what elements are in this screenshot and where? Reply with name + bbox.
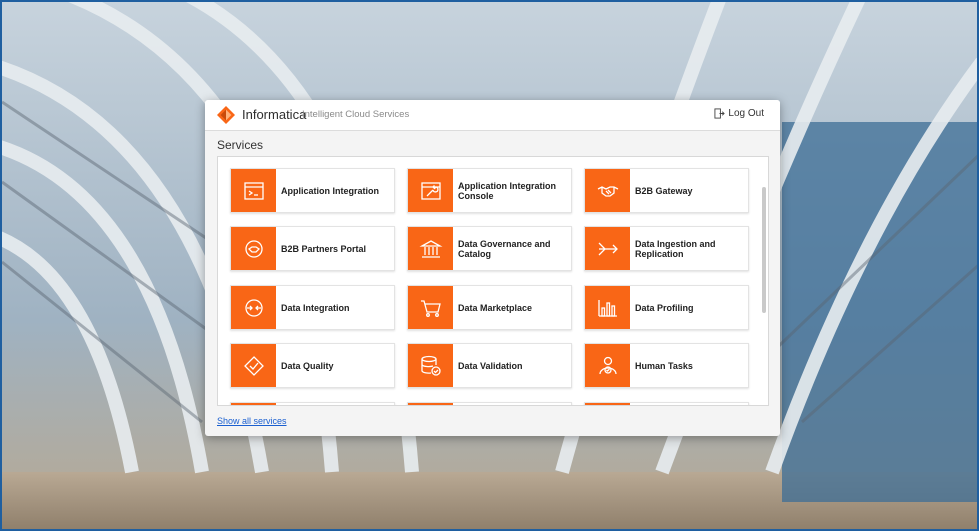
service-icon-partial: [231, 403, 276, 405]
service-label: Data Validation: [458, 360, 523, 371]
service-tile-data-quality[interactable]: Data Quality: [230, 343, 395, 388]
service-tile-data-validation[interactable]: Data Validation: [407, 343, 572, 388]
services-panel: Informatica Intelligent Cloud Services L…: [205, 100, 780, 436]
service-label: Application Integration: [281, 185, 379, 196]
service-label: Data Marketplace: [458, 302, 533, 313]
diamond-check-icon: [231, 344, 276, 387]
informatica-logo-icon: [217, 106, 235, 124]
app-window: Informatica Intelligent Cloud Services L…: [0, 0, 979, 531]
service-tile-b2b-gateway[interactable]: B2B Gateway: [584, 168, 749, 213]
services-scrollbar[interactable]: [762, 187, 766, 313]
service-tile-data-marketplace[interactable]: Data Marketplace: [407, 285, 572, 330]
logout-label: Log Out: [728, 108, 764, 119]
service-label: Data Integration: [281, 302, 350, 313]
services-heading: Services: [217, 138, 264, 152]
show-all-services-link[interactable]: Show all services: [217, 416, 287, 426]
partners-circle-icon: [231, 227, 276, 270]
service-icon-partial: [408, 403, 453, 405]
logout-icon: [714, 108, 726, 119]
service-label: B2B Partners Portal: [281, 243, 367, 254]
service-tile-data-integration[interactable]: Data Integration: [230, 285, 395, 330]
shopping-cart-icon: [408, 286, 453, 329]
service-tile-partial[interactable]: [407, 402, 572, 405]
funnel-arrows-icon: [585, 227, 630, 270]
application-window-icon: [231, 169, 276, 212]
service-label: Data Ingestion and Replication: [635, 238, 716, 259]
service-tile-partial[interactable]: [584, 402, 749, 405]
service-tile-human-tasks[interactable]: Human Tasks: [584, 343, 749, 388]
service-tile-data-ingestion-and-replication[interactable]: Data Ingestion and Replication: [584, 226, 749, 271]
bar-chart-icon: [585, 286, 630, 329]
service-label: Data Governance and Catalog: [458, 238, 551, 259]
wrench-window-icon: [408, 169, 453, 212]
service-label: B2B Gateway: [635, 185, 693, 196]
service-tile-application-integration-console[interactable]: Application Integration Console: [407, 168, 572, 213]
bank-building-icon: [408, 227, 453, 270]
service-label: Application Integration Console: [458, 180, 556, 201]
service-label: Data Quality: [281, 360, 334, 371]
service-icon-partial: [585, 403, 630, 405]
brand-name: Informatica: [242, 107, 307, 122]
person-check-icon: [585, 344, 630, 387]
database-check-icon: [408, 344, 453, 387]
converge-arrows-icon: [231, 286, 276, 329]
service-tile-data-profiling[interactable]: Data Profiling: [584, 285, 749, 330]
service-tile-partial[interactable]: [230, 402, 395, 405]
services-list[interactable]: Application Integration Application Inte…: [217, 156, 769, 406]
handshake-icon: [585, 169, 630, 212]
service-tile-application-integration[interactable]: Application Integration: [230, 168, 395, 213]
logout-button[interactable]: Log Out: [714, 108, 764, 119]
service-tile-b2b-partners-portal[interactable]: B2B Partners Portal: [230, 226, 395, 271]
panel-header: Informatica Intelligent Cloud Services L…: [205, 100, 780, 131]
brand-tagline: Intelligent Cloud Services: [302, 109, 410, 120]
service-label: Human Tasks: [635, 360, 693, 371]
service-tile-data-governance-and-catalog[interactable]: Data Governance and Catalog: [407, 226, 572, 271]
service-label: Data Profiling: [635, 302, 694, 313]
